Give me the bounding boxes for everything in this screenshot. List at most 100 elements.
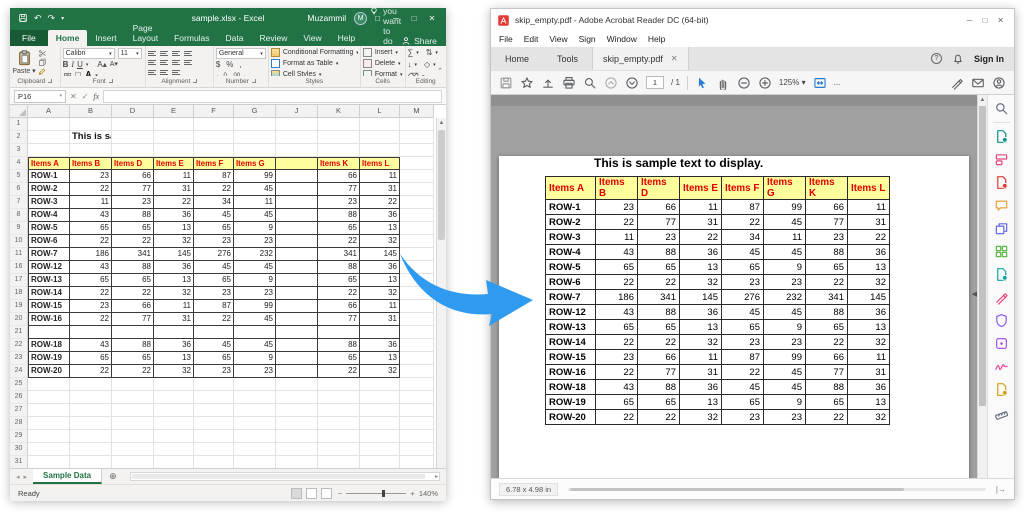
cell-A7[interactable]: ROW-3: [28, 196, 70, 209]
row-header-9[interactable]: 9: [10, 222, 28, 235]
cell-D21[interactable]: [112, 326, 154, 339]
cell-J26[interactable]: [276, 391, 318, 404]
cell-A25[interactable]: [28, 378, 70, 391]
cell-L26[interactable]: [360, 391, 400, 404]
user-avatar[interactable]: M: [354, 12, 367, 25]
cell-K17[interactable]: 65: [318, 274, 360, 287]
cell-L19[interactable]: 11: [360, 300, 400, 313]
conditional-formatting-button[interactable]: Conditional Formatting▾: [271, 48, 358, 57]
cell-A28[interactable]: [28, 417, 70, 430]
scrollbar-thumb[interactable]: [979, 106, 986, 406]
row-header-27[interactable]: 27: [10, 404, 28, 417]
zoom-in-icon[interactable]: +: [410, 489, 414, 498]
row-header-23[interactable]: 23: [10, 352, 28, 365]
cell-F23[interactable]: 65: [194, 352, 234, 365]
dialog-launcher-icon[interactable]: [252, 79, 256, 83]
cell-L2[interactable]: [360, 131, 400, 144]
cell-K11[interactable]: 341: [318, 248, 360, 261]
cell-M4[interactable]: [400, 157, 434, 170]
cell-K21[interactable]: [318, 326, 360, 339]
cell-J3[interactable]: [276, 144, 318, 157]
cell-L6[interactable]: 31: [360, 183, 400, 196]
tool-create-pdf[interactable]: [992, 173, 1011, 192]
currency-icon[interactable]: $: [216, 60, 220, 70]
cell-J8[interactable]: [276, 209, 318, 222]
insert-cells-button[interactable]: Insert▾: [363, 48, 403, 57]
tool-fill-sign[interactable]: [992, 288, 1011, 307]
cell-A22[interactable]: ROW-18: [28, 339, 70, 352]
percent-icon[interactable]: %: [226, 60, 233, 70]
cell-L11[interactable]: 145: [360, 248, 400, 261]
cell-L23[interactable]: 13: [360, 352, 400, 365]
align-left-icon[interactable]: [148, 60, 157, 65]
cell-L25[interactable]: [360, 378, 400, 391]
underline-button[interactable]: U: [77, 60, 83, 70]
cell-J29[interactable]: [276, 430, 318, 443]
cell-G3[interactable]: [234, 144, 276, 157]
cell-G23[interactable]: 9: [234, 352, 276, 365]
zoom-out-icon[interactable]: −: [338, 489, 342, 498]
cell-D8[interactable]: 88: [112, 209, 154, 222]
cell-J22[interactable]: [276, 339, 318, 352]
row-header-28[interactable]: 28: [10, 417, 28, 430]
cell-E16[interactable]: 36: [154, 261, 194, 274]
align-middle-icon[interactable]: [160, 51, 169, 56]
save-icon[interactable]: [18, 13, 28, 23]
close-button[interactable]: ✕: [424, 14, 440, 23]
page-break-view-icon[interactable]: [321, 488, 332, 499]
menu-help[interactable]: Help: [648, 34, 665, 44]
cell-F28[interactable]: [194, 417, 234, 430]
pluscircle-button[interactable]: [758, 76, 772, 90]
row-header-19[interactable]: 19: [10, 300, 28, 313]
cut-icon[interactable]: [38, 49, 47, 58]
column-header-E[interactable]: E: [154, 105, 194, 118]
cell-B8[interactable]: 43: [70, 209, 112, 222]
ribbon-tab-review[interactable]: Review: [252, 30, 296, 46]
row-header-30[interactable]: 30: [10, 443, 28, 456]
cell-E9[interactable]: 13: [154, 222, 194, 235]
cell-F11[interactable]: 276: [194, 248, 234, 261]
cell-D7[interactable]: 23: [112, 196, 154, 209]
cell-B6[interactable]: 22: [70, 183, 112, 196]
menu-view[interactable]: View: [549, 34, 567, 44]
row-header-29[interactable]: 29: [10, 430, 28, 443]
cell-J1[interactable]: [276, 118, 318, 131]
tool-comment[interactable]: [992, 196, 1011, 215]
cell-B26[interactable]: [70, 391, 112, 404]
cell-G7[interactable]: 11: [234, 196, 276, 209]
cell-L3[interactable]: [360, 144, 400, 157]
cell-K26[interactable]: [318, 391, 360, 404]
cell-D30[interactable]: [112, 443, 154, 456]
ribbon-tab-home[interactable]: Home: [48, 30, 88, 46]
cell-F1[interactable]: [194, 118, 234, 131]
cell-L21[interactable]: [360, 326, 400, 339]
merge-center-icon[interactable]: [172, 70, 181, 75]
cell-L28[interactable]: [360, 417, 400, 430]
cell-E1[interactable]: [154, 118, 194, 131]
align-bottom-icon[interactable]: [172, 51, 181, 56]
cell-J23[interactable]: [276, 352, 318, 365]
cell-G21[interactable]: [234, 326, 276, 339]
cell-M6[interactable]: [400, 183, 434, 196]
cell-M23[interactable]: [400, 352, 434, 365]
cell-J2[interactable]: [276, 131, 318, 144]
cell-K10[interactable]: 22: [318, 235, 360, 248]
zoom-slider[interactable]: [346, 493, 406, 494]
minuscircle-button[interactable]: [737, 76, 751, 90]
tool-combine-files[interactable]: [992, 219, 1011, 238]
cell-E18[interactable]: 32: [154, 287, 194, 300]
cell-D9[interactable]: 65: [112, 222, 154, 235]
cell-G10[interactable]: 23: [234, 235, 276, 248]
cell-K7[interactable]: 23: [318, 196, 360, 209]
cell-A3[interactable]: [28, 144, 70, 157]
cell-M2[interactable]: [400, 131, 434, 144]
tool-protect[interactable]: [992, 311, 1011, 330]
row-header-8[interactable]: 8: [10, 209, 28, 222]
ribbon-tab-view[interactable]: View: [295, 30, 329, 46]
cell-J27[interactable]: [276, 404, 318, 417]
cell-F25[interactable]: [194, 378, 234, 391]
tool-search-tools[interactable]: [992, 99, 1011, 118]
more-tools-button[interactable]: ...: [834, 78, 841, 87]
cell-J10[interactable]: [276, 235, 318, 248]
close-button[interactable]: ✕: [997, 16, 1004, 25]
